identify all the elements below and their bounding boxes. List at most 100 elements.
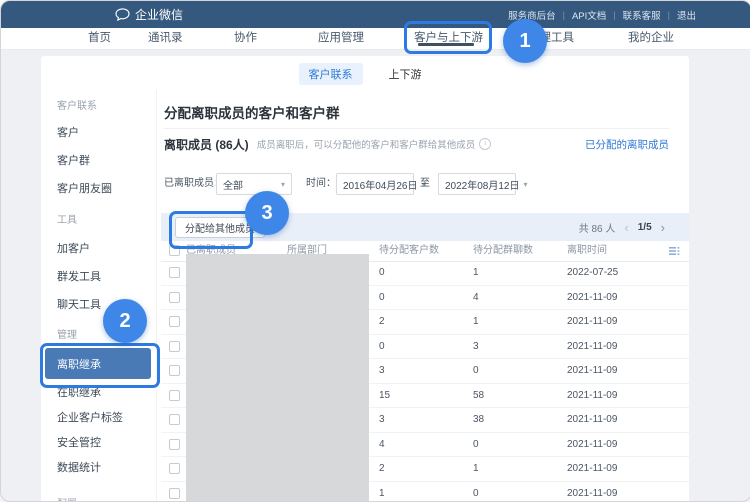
table-header-cell: 待分配群聊数 <box>473 241 533 261</box>
sidebar-item[interactable]: 群发工具 <box>41 262 156 290</box>
pending-customers-cell: 0 <box>379 286 385 311</box>
chevron-down-icon: ▾ <box>281 180 285 189</box>
nav-item[interactable]: 通讯录 <box>148 28 183 48</box>
pending-group-chats-cell: 0 <box>473 482 479 502</box>
filter-row: 已离职成员： 全部 ▾ 时间： 2016年04月26日 ▾ 至 2022年08月… <box>156 173 689 195</box>
sidebar-section-title: 配置 <box>41 487 156 501</box>
sidebar-item[interactable]: 数据统计 <box>41 454 156 479</box>
member-filter-label: 已离职成员： <box>164 173 224 195</box>
pending-group-chats-cell: 1 <box>473 310 479 335</box>
row-checkbox[interactable] <box>169 316 180 327</box>
row-checkbox[interactable] <box>169 414 180 425</box>
next-page-icon[interactable]: › <box>661 221 665 234</box>
member-section-header: 离职成员 (86人) 成员离职后，可以分配他的客户和客户群给其他成员 i 已分配… <box>164 136 669 152</box>
resign-date-cell: 2021-11-09 <box>567 335 617 360</box>
time-filter-label: 时间： <box>306 173 336 195</box>
chevron-down-icon: ▾ <box>524 180 528 189</box>
resign-date-cell: 2021-11-09 <box>567 408 617 433</box>
row-checkbox[interactable] <box>169 439 180 450</box>
member-filter-value: 全部 <box>223 177 243 192</box>
resign-date-cell: 2021-11-09 <box>567 310 617 335</box>
separator: | <box>613 10 615 20</box>
pending-group-chats-cell: 1 <box>473 261 479 286</box>
table-header-cell: 离职时间 <box>567 241 607 261</box>
resign-date-cell: 2022-07-25 <box>567 261 618 286</box>
member-filter-select[interactable]: 全部 ▾ <box>216 173 292 195</box>
date-to-value: 2022年08月12日 <box>445 177 520 192</box>
pending-customers-cell: 4 <box>379 433 385 458</box>
topbar-link[interactable]: 联系客服 <box>623 8 661 22</box>
row-checkbox[interactable] <box>169 292 180 303</box>
sidebar-item[interactable]: 客户 <box>41 118 156 146</box>
sidebar-section-title: 客户联系 <box>41 90 156 118</box>
pending-group-chats-cell: 3 <box>473 335 479 360</box>
resign-date-cell: 2021-11-09 <box>567 359 617 384</box>
pending-group-chats-cell: 4 <box>473 286 479 311</box>
pending-customers-cell: 0 <box>379 261 385 286</box>
resign-date-cell: 2021-11-09 <box>567 384 617 409</box>
row-checkbox[interactable] <box>169 267 180 278</box>
row-checkbox[interactable] <box>169 463 180 474</box>
nav-item[interactable]: 应用管理 <box>318 28 364 48</box>
divider <box>164 128 669 129</box>
pending-customers-cell: 1 <box>379 482 385 502</box>
sidebar-section-title: 工具 <box>41 202 156 234</box>
date-range-to-label: 至 <box>420 173 430 195</box>
row-checkbox[interactable] <box>169 390 180 401</box>
info-icon[interactable]: i <box>479 138 491 150</box>
page-indicator: 1/5 <box>638 222 652 233</box>
app-logo[interactable]: 企业微信 <box>115 1 183 28</box>
pending-customers-cell: 2 <box>379 310 385 335</box>
topbar-link[interactable]: API文档 <box>572 8 606 22</box>
nav-item[interactable]: 首页 <box>88 28 111 48</box>
pagination: 共 86 人 ‹ 1/5 › <box>579 220 665 235</box>
sidebar-item[interactable]: 客户群 <box>41 146 156 174</box>
section-title: 离职成员 (86人) <box>164 136 249 153</box>
pending-group-chats-cell: 38 <box>473 408 484 433</box>
annotation-badge-2: 2 <box>103 299 147 343</box>
row-checkbox[interactable] <box>169 488 180 499</box>
prev-page-icon[interactable]: ‹ <box>624 221 628 234</box>
resign-date-cell: 2021-11-09 <box>567 457 617 482</box>
main-nav: 首页通讯录协作应用管理客户与上下游管理工具我的企业 <box>1 28 750 50</box>
pending-customers-cell: 2 <box>379 457 385 482</box>
row-checkbox[interactable] <box>169 341 180 352</box>
resign-date-cell: 2021-11-09 <box>567 286 617 311</box>
pending-group-chats-cell: 58 <box>473 384 484 409</box>
pending-customers-cell: 3 <box>379 408 385 433</box>
annotation-badge-3: 3 <box>245 191 289 235</box>
date-to-select[interactable]: 2022年08月12日 ▾ <box>438 173 516 195</box>
date-from-select[interactable]: 2016年04月26日 ▾ <box>336 173 414 195</box>
row-checkbox[interactable] <box>169 365 180 376</box>
sidebar-item-active[interactable]: 离职继承 <box>45 348 151 379</box>
column-settings-icon[interactable] <box>668 245 680 257</box>
content-panel: 客户联系上下游 客户联系客户客户群客户朋友圈工具加客户群发工具聊天工具管理离职继… <box>41 56 689 501</box>
pending-group-chats-cell: 0 <box>473 433 479 458</box>
total-count: 共 86 人 <box>579 220 616 235</box>
pending-customers-cell: 3 <box>379 359 385 384</box>
nav-item[interactable]: 协作 <box>234 28 257 48</box>
resign-date-cell: 2021-11-09 <box>567 433 617 458</box>
separator: | <box>668 10 670 20</box>
sidebar-item[interactable]: 企业客户标签 <box>41 404 156 429</box>
redacted-area <box>186 254 369 501</box>
assigned-members-link[interactable]: 已分配的离职成员 <box>585 137 669 152</box>
nav-item[interactable]: 我的企业 <box>628 28 674 48</box>
sidebar-item[interactable]: 客户朋友圈 <box>41 174 156 202</box>
nav-item[interactable]: 客户与上下游 <box>414 28 483 48</box>
section-description: 成员离职后，可以分配他的客户和客户群给其他成员 <box>257 137 476 151</box>
sidebar-item[interactable]: 安全管控 <box>41 429 156 454</box>
table-toolbar: 分配给其他成员 共 86 人 ‹ 1/5 › <box>161 213 689 241</box>
pending-group-chats-cell: 0 <box>473 359 479 384</box>
resign-date-cell: 2021-11-09 <box>567 482 617 502</box>
app-window: 企业微信 服务商后台|API文档|联系客服|退出 首页通讯录协作应用管理客户与上… <box>0 0 750 502</box>
logo-text: 企业微信 <box>135 6 183 23</box>
page-title: 分配离职成员的客户和客户群 <box>164 102 340 122</box>
chat-bubble-icon <box>115 8 130 21</box>
pending-customers-cell: 15 <box>379 384 390 409</box>
sidebar-item[interactable]: 加客户 <box>41 234 156 262</box>
pending-group-chats-cell: 1 <box>473 457 479 482</box>
select-all-checkbox[interactable] <box>169 245 180 256</box>
topbar-link[interactable]: 退出 <box>677 8 696 22</box>
sidebar-item[interactable]: 在职继承 <box>41 379 156 404</box>
